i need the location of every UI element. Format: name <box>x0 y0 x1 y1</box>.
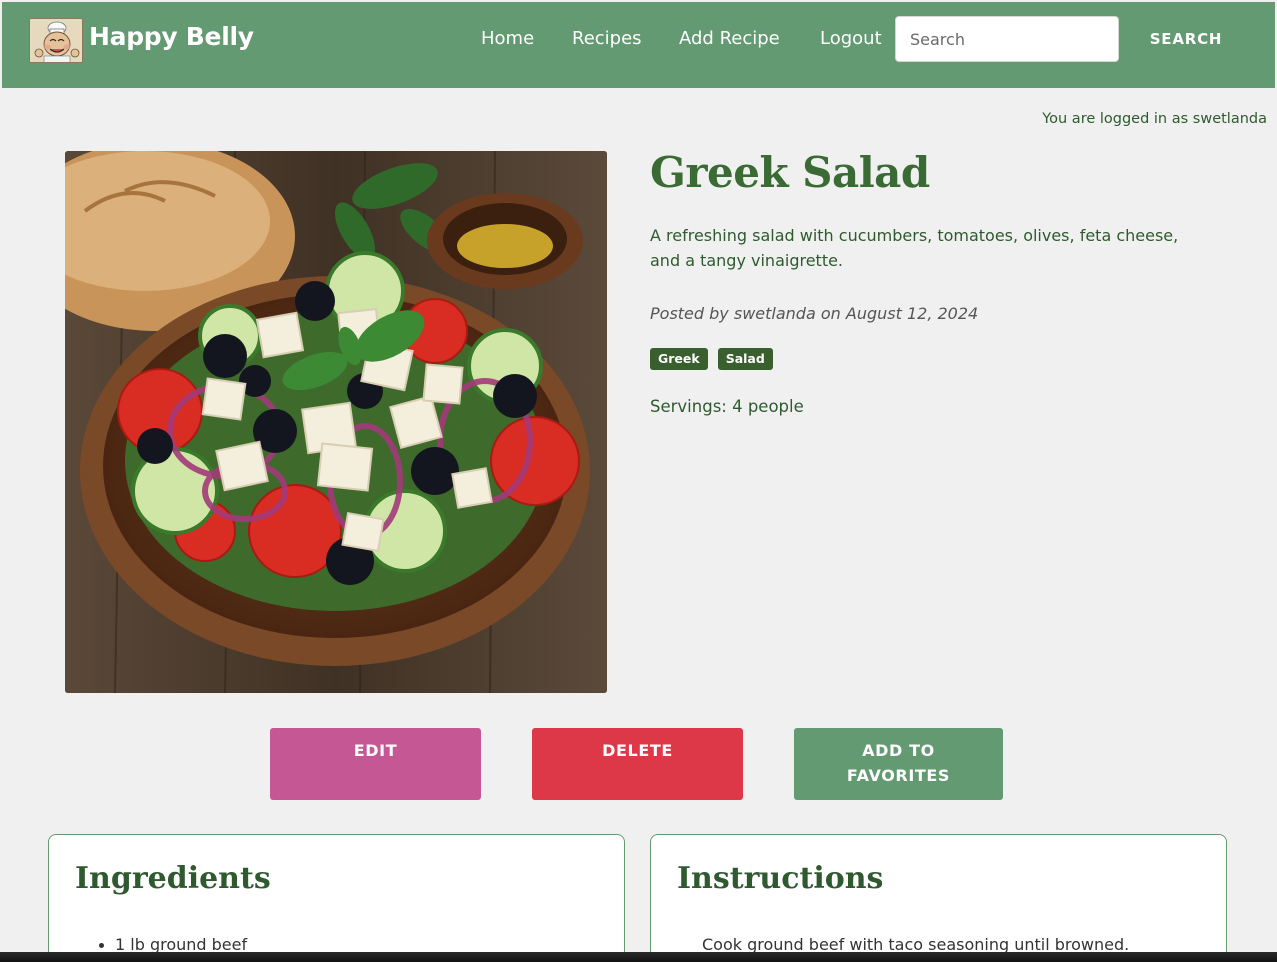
recipe-photo <box>65 151 607 693</box>
login-status: You are logged in as swetlanda <box>1042 111 1267 127</box>
instructions-title: Instructions <box>677 861 884 896</box>
add-to-favorites-label: ADD TO FAVORITES <box>846 741 951 785</box>
nav-link-home[interactable]: Home <box>481 28 534 49</box>
tag-badge[interactable]: Greek <box>650 348 708 370</box>
add-to-favorites-button[interactable]: ADD TO FAVORITES <box>794 728 1003 800</box>
search-input[interactable] <box>895 16 1119 62</box>
brand-name[interactable]: Happy Belly <box>89 22 254 51</box>
nav-link-recipes[interactable]: Recipes <box>572 28 642 49</box>
instructions-card: Instructions Cook ground beef with taco … <box>650 834 1227 962</box>
posted-mid: on <box>820 304 841 323</box>
nav-link-logout[interactable]: Logout <box>820 28 882 49</box>
bottom-edge <box>0 952 1277 962</box>
posted-by: Posted by swetlanda on August 12, 2024 <box>650 304 978 323</box>
tag-badge[interactable]: Salad <box>717 348 773 370</box>
ingredients-title: Ingredients <box>75 861 271 896</box>
delete-button[interactable]: DELETE <box>532 728 743 800</box>
recipe-title: Greek Salad <box>650 148 930 197</box>
chef-logo-icon[interactable] <box>29 18 83 63</box>
posted-prefix: Posted by <box>650 304 729 323</box>
recipe-description: A refreshing salad with cucumbers, tomat… <box>650 226 1179 270</box>
servings: Servings: 4 people <box>650 397 804 416</box>
edit-button[interactable]: EDIT <box>270 728 481 800</box>
navbar: Happy Belly Home Recipes Add Recipe Logo… <box>2 2 1275 88</box>
posted-date: August 12, 2024 <box>845 304 979 323</box>
search-button[interactable]: SEARCH <box>1130 16 1242 62</box>
nav-link-add-recipe[interactable]: Add Recipe <box>679 28 780 49</box>
author-name: swetlanda <box>733 304 816 323</box>
ingredients-card: Ingredients 1 lb ground beef <box>48 834 625 962</box>
tag-list: Greek Salad <box>650 348 773 370</box>
